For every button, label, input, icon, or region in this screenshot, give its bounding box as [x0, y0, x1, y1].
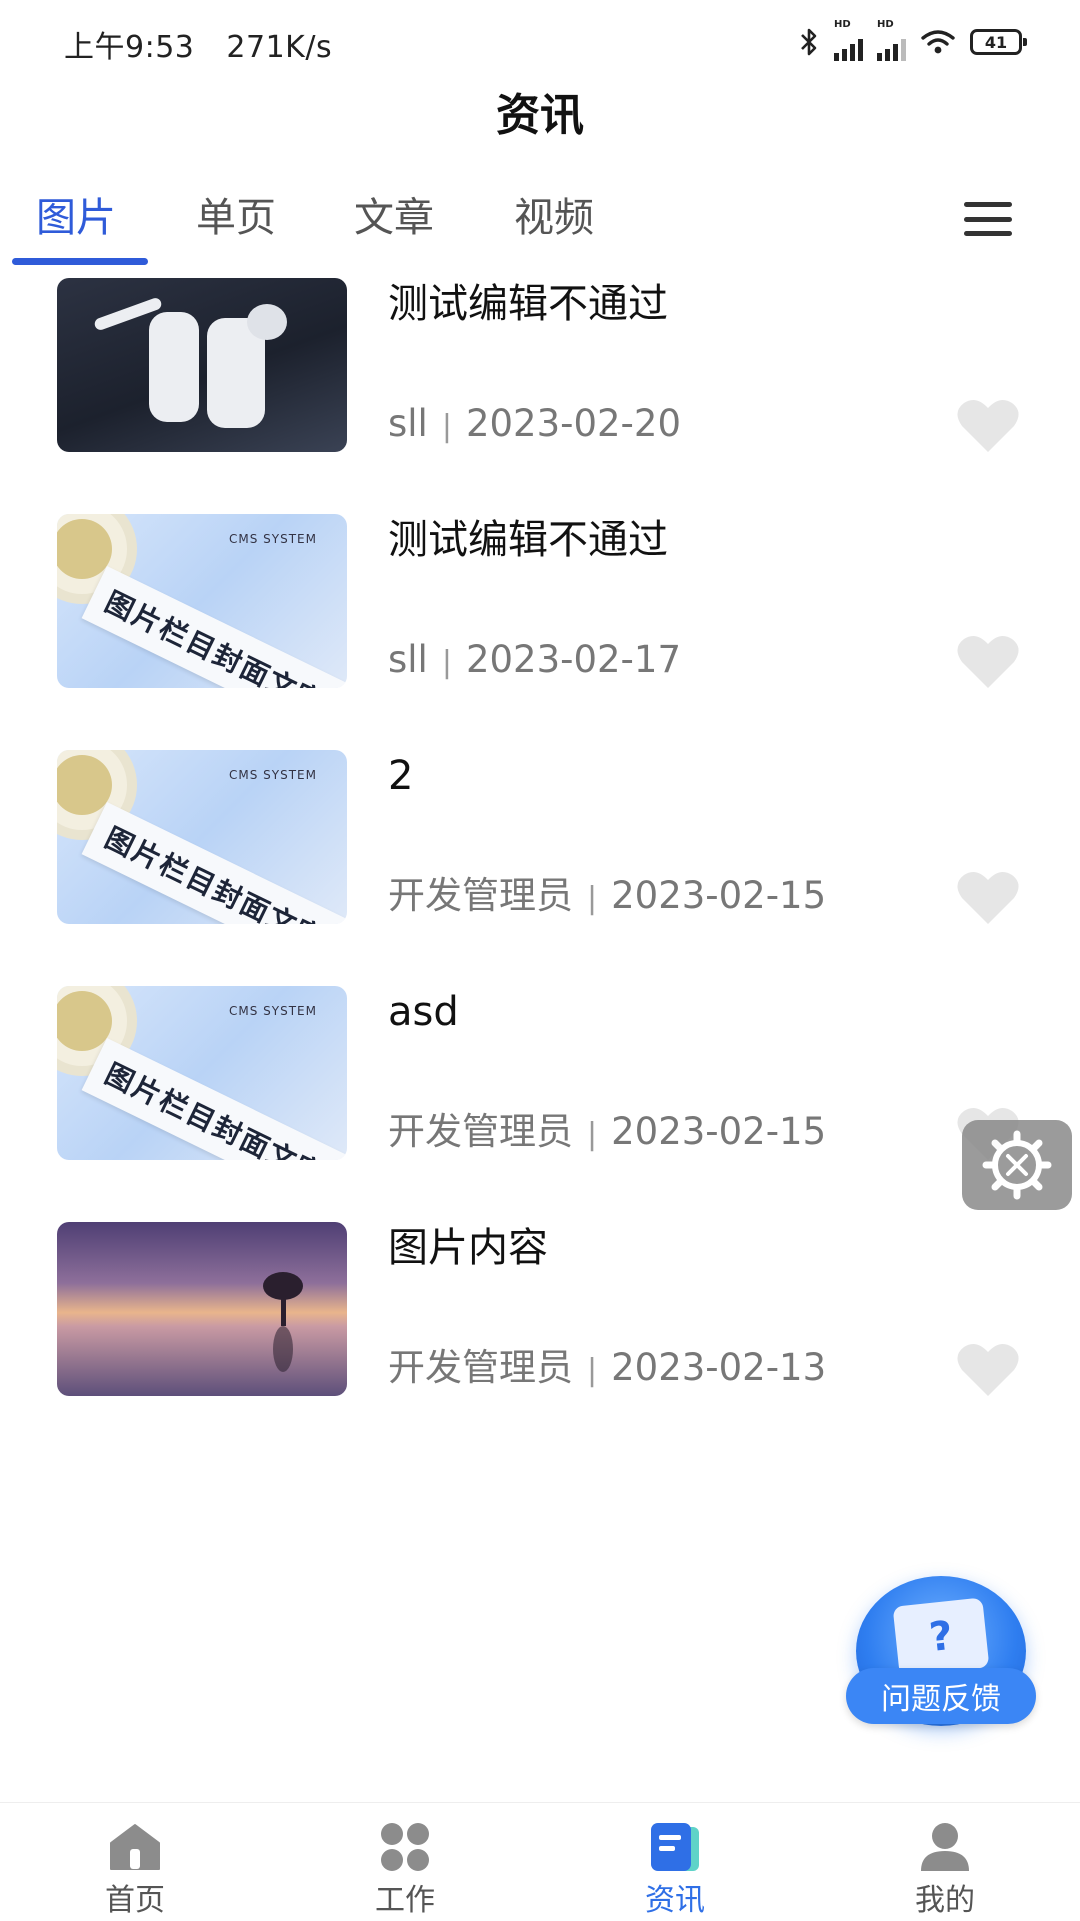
thumbnail-cover-text: 图片栏目封面文字 [81, 1038, 347, 1160]
article-author: sll [388, 638, 428, 681]
article-thumbnail: CMS SYSTEM 图片栏目封面文字 [57, 514, 347, 688]
article-thumbnail [57, 1222, 347, 1396]
article-author: 开发管理员 [388, 874, 573, 917]
floating-tools-button[interactable] [962, 1120, 1072, 1210]
meta-separator: | [441, 645, 452, 680]
battery-icon: 41 [970, 29, 1027, 55]
list-item[interactable]: CMS SYSTEM 图片栏目封面文字 2 开发管理员 | 2023-02-15 [0, 744, 1080, 980]
signal-icon: HD [877, 19, 906, 61]
status-bar: 上午9:53 271K/s HD HD 41 [0, 0, 1080, 84]
bottom-nav: 首页 工作 资讯 我的 [0, 1802, 1080, 1921]
question-icon: ? [892, 1597, 990, 1677]
article-author: 开发管理员 [388, 1110, 573, 1153]
grid-icon [381, 1823, 429, 1871]
meta-separator: | [587, 1353, 598, 1388]
heart-icon[interactable] [956, 870, 1020, 926]
article-date: 2023-02-15 [611, 1110, 827, 1153]
nav-home[interactable]: 首页 [0, 1803, 270, 1921]
thumbnail-brand-label: CMS SYSTEM [229, 768, 317, 782]
thumbnail-brand-label: CMS SYSTEM [229, 1004, 317, 1018]
list-item[interactable]: 图片内容 开发管理员 | 2023-02-13 [0, 1216, 1080, 1452]
article-date: 2023-02-17 [465, 638, 681, 681]
article-title: asd [388, 989, 459, 1035]
article-meta: sll | 2023-02-20 [388, 398, 681, 453]
signal-icon: HD [834, 19, 863, 61]
list-item[interactable]: 测试编辑不通过 sll | 2023-02-20 [0, 272, 1080, 508]
active-tab-indicator [12, 258, 148, 265]
status-right: HD HD 41 [798, 19, 1027, 62]
article-meta: sll | 2023-02-17 [388, 634, 681, 689]
tab-videos[interactable]: 视频 [514, 190, 594, 246]
thumbnail-cover-text: 图片栏目封面文字 [81, 802, 347, 924]
article-date: 2023-02-15 [611, 874, 827, 917]
status-time: 上午9:53 [64, 30, 195, 65]
nav-mine[interactable]: 我的 [810, 1803, 1080, 1921]
wifi-icon [921, 30, 955, 54]
tab-articles[interactable]: 文章 [354, 190, 434, 246]
tab-single-page[interactable]: 单页 [196, 190, 276, 246]
article-date: 2023-02-20 [465, 402, 681, 445]
nav-label: 资讯 [645, 1883, 705, 1918]
feedback-button[interactable]: ? 问题反馈 [846, 1576, 1036, 1734]
thumbnail-cover-text: 图片栏目封面文字 [81, 566, 347, 688]
article-title: 测试编辑不通过 [388, 281, 668, 327]
news-icon [651, 1823, 699, 1871]
nav-label: 我的 [915, 1883, 975, 1918]
battery-level: 41 [984, 32, 1008, 52]
page-title: 资讯 [496, 90, 584, 141]
heart-icon[interactable] [956, 398, 1020, 454]
nav-label: 工作 [375, 1883, 435, 1918]
bluetooth-icon [801, 28, 817, 56]
article-date: 2023-02-13 [611, 1346, 827, 1389]
article-meta: 开发管理员 | 2023-02-15 [388, 1106, 826, 1161]
gear-wrench-icon [982, 1130, 1052, 1200]
nav-work[interactable]: 工作 [270, 1803, 540, 1921]
list-item[interactable]: CMS SYSTEM 图片栏目封面文字 asd 开发管理员 | 2023-02-15 [0, 980, 1080, 1216]
article-meta: 开发管理员 | 2023-02-15 [388, 870, 826, 925]
status-left: 上午9:53 271K/s [64, 22, 354, 66]
article-title: 图片内容 [388, 1225, 548, 1271]
tab-bar: 图片 单页 文章 视频 [0, 180, 1080, 272]
meta-separator: | [441, 409, 452, 444]
heart-icon[interactable] [956, 1342, 1020, 1398]
thumbnail-brand-label: CMS SYSTEM [229, 532, 317, 546]
meta-separator: | [587, 881, 598, 916]
article-title: 测试编辑不通过 [388, 517, 668, 563]
article-thumbnail: CMS SYSTEM 图片栏目封面文字 [57, 750, 347, 924]
tab-images[interactable]: 图片 [36, 190, 116, 246]
home-icon [110, 1824, 160, 1870]
meta-separator: | [587, 1117, 598, 1152]
list-item[interactable]: CMS SYSTEM 图片栏目封面文字 测试编辑不通过 sll | 2023-02-… [0, 508, 1080, 744]
article-meta: 开发管理员 | 2023-02-13 [388, 1342, 826, 1397]
article-author: 开发管理员 [388, 1346, 573, 1389]
article-thumbnail: CMS SYSTEM 图片栏目封面文字 [57, 986, 347, 1160]
nav-news[interactable]: 资讯 [540, 1803, 810, 1921]
heart-icon[interactable] [956, 634, 1020, 690]
article-author: sll [388, 402, 428, 445]
article-thumbnail [57, 278, 347, 452]
menu-icon[interactable] [964, 202, 1012, 236]
network-speed: 271K/s [226, 30, 333, 65]
feedback-label: 问题反馈 [846, 1668, 1036, 1724]
nav-label: 首页 [105, 1883, 165, 1918]
user-icon [921, 1823, 969, 1871]
article-title: 2 [388, 753, 414, 799]
